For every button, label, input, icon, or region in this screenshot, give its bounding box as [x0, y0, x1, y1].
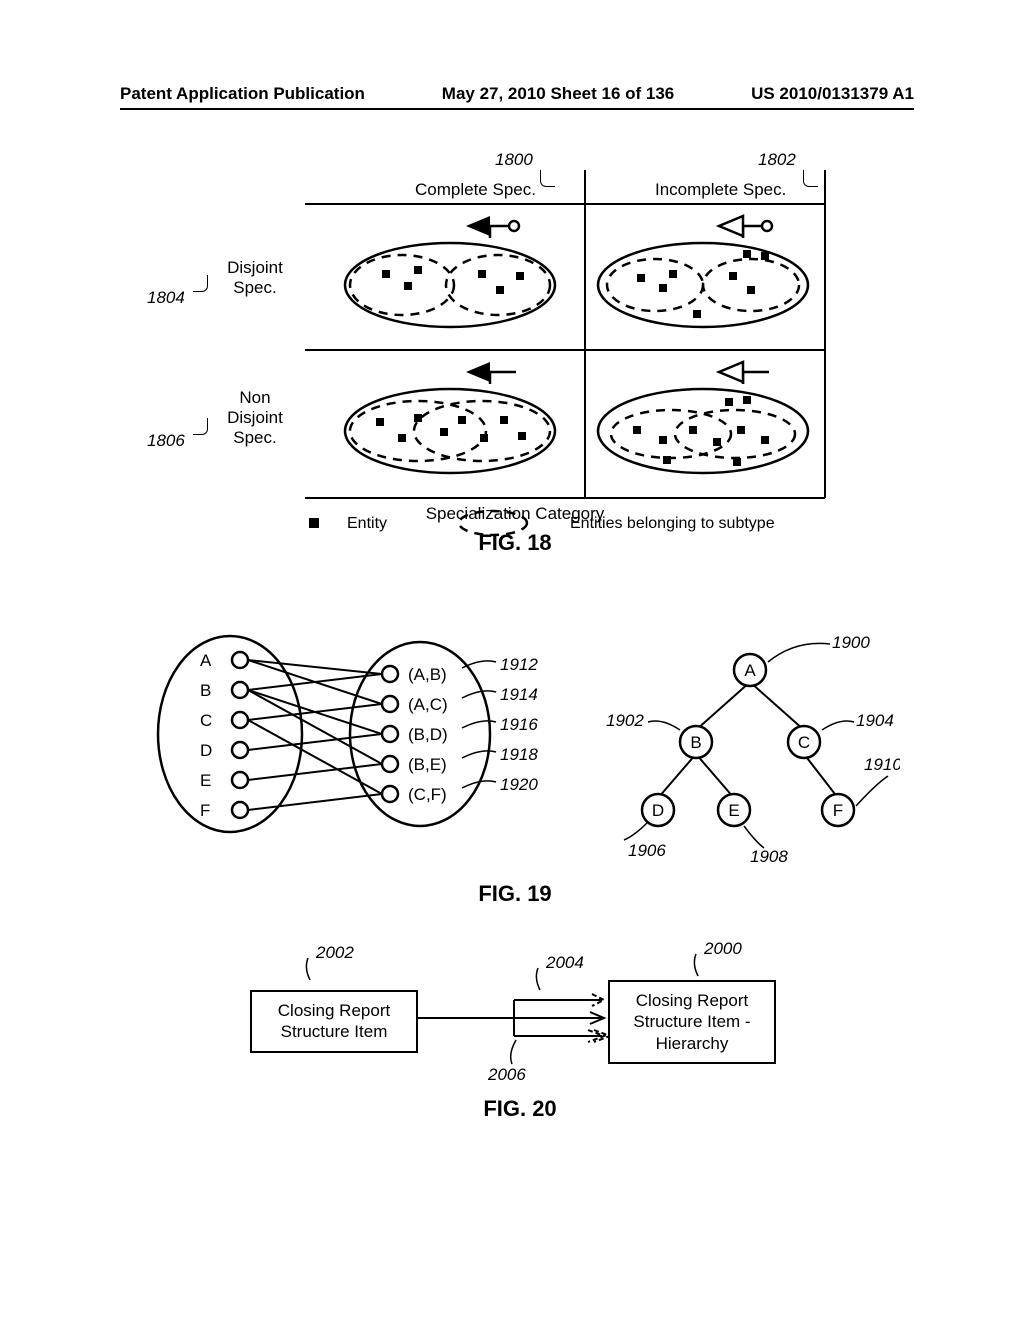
svg-text:(B,E): (B,E) — [408, 755, 447, 774]
legend-entity-label: Entity — [347, 515, 387, 532]
svg-text:(A,B): (A,B) — [408, 665, 447, 684]
header-right: US 2010/0131379 A1 — [751, 84, 914, 104]
page-header: Patent Application Publication May 27, 2… — [120, 84, 914, 110]
svg-text:E: E — [728, 801, 739, 820]
fig18-legend: Entity Entities belonging to subtype — [305, 508, 865, 538]
svg-text:C: C — [798, 733, 810, 752]
svg-text:C: C — [200, 711, 212, 730]
svg-text:(C,F): (C,F) — [408, 785, 447, 804]
ref-1908: 1908 — [750, 847, 788, 866]
svg-text:D: D — [652, 801, 664, 820]
fig20-left-box: Closing Report Structure Item — [250, 990, 418, 1053]
fig19-svg: ABCDEF (A,B)(A,C)(B,D)(B,E)(C,F) 1912191… — [130, 630, 900, 870]
fig18-svg — [155, 170, 875, 500]
ref-1910: 1910 — [864, 755, 900, 774]
svg-text:B: B — [200, 681, 211, 700]
ref-1800: 1800 — [495, 150, 533, 170]
ref-1920: 1920 — [500, 775, 538, 794]
header-left: Patent Application Publication — [120, 84, 365, 104]
figure-19: ABCDEF (A,B)(A,C)(B,D)(B,E)(C,F) 1912191… — [130, 630, 900, 907]
ref-2006: 2006 — [487, 1065, 526, 1084]
ref-1916: 1916 — [500, 715, 538, 734]
ref-1918: 1918 — [500, 745, 538, 764]
ref-2002: 2002 — [315, 943, 354, 962]
fig19-caption: FIG. 19 — [130, 881, 900, 907]
svg-text:F: F — [833, 801, 843, 820]
ref-1906: 1906 — [628, 841, 666, 860]
ref-2004: 2004 — [545, 953, 584, 972]
ref-1914: 1914 — [500, 685, 538, 704]
svg-text:A: A — [200, 651, 212, 670]
fig20-right-box: Closing Report Structure Item - Hierarch… — [608, 980, 776, 1064]
svg-text:(A,C): (A,C) — [408, 695, 448, 714]
ref-1900: 1900 — [832, 633, 870, 652]
ref-1912: 1912 — [500, 655, 538, 674]
ref-1904: 1904 — [856, 711, 894, 730]
svg-text:B: B — [690, 733, 701, 752]
content-area: Complete Spec. Incomplete Spec. 1800 180… — [120, 160, 914, 1260]
fig20-caption: FIG. 20 — [210, 1096, 830, 1122]
ref-1802: 1802 — [758, 150, 796, 170]
figure-18: Complete Spec. Incomplete Spec. 1800 180… — [155, 170, 875, 556]
fig18-grid: Complete Spec. Incomplete Spec. 1800 180… — [155, 170, 875, 500]
ref-2000: 2000 — [703, 940, 742, 958]
svg-text:(B,D): (B,D) — [408, 725, 448, 744]
ref-1902: 1902 — [606, 711, 644, 730]
svg-text:A: A — [744, 661, 756, 680]
svg-text:D: D — [200, 741, 212, 760]
svg-text:E: E — [200, 771, 211, 790]
page: Patent Application Publication May 27, 2… — [0, 0, 1024, 1320]
legend-subtype-label: Entities belonging to subtype — [570, 515, 775, 532]
header-center: May 27, 2010 Sheet 16 of 136 — [442, 84, 674, 104]
svg-text:F: F — [200, 801, 210, 820]
